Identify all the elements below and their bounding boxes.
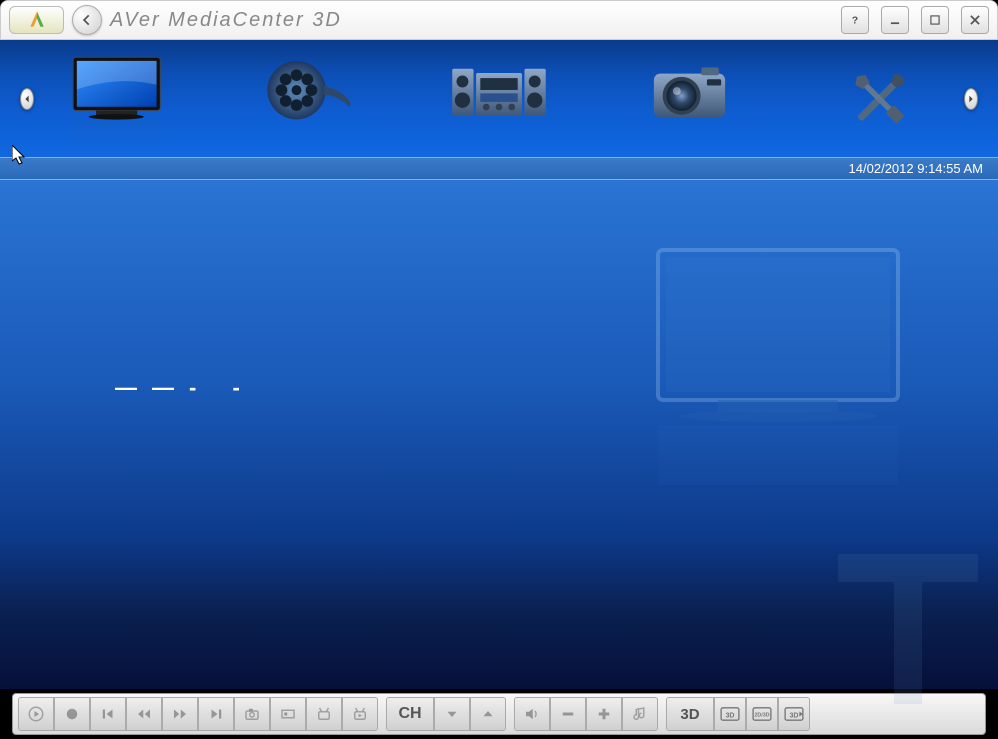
logo-button[interactable] [9,6,64,34]
app-title: AVer MediaCenter 3D [110,9,342,32]
three-d-button[interactable]: 3D [666,697,714,731]
channel-down-button[interactable] [434,697,470,731]
volume-down-button[interactable] [550,697,586,731]
timestamp-label: 14/02/2012 9:14:55 AM [849,161,983,176]
three-d-mode2-button[interactable]: 2D/3D [746,697,778,731]
3d-rect1-icon: 3D [719,706,741,722]
svg-text:?: ? [852,15,858,27]
audio-track-button[interactable] [622,697,658,731]
three-d-mode1-button[interactable]: 3D [714,697,746,731]
navigation-strip [0,40,998,158]
nav-item-tv[interactable] [64,49,174,149]
mouse-cursor-icon [12,145,28,167]
aspect-button[interactable] [270,697,306,731]
record-button[interactable] [54,697,90,731]
rewind-icon [135,705,153,723]
3d-rect3-icon: 3D [783,706,805,722]
3d-label: 3D [680,706,699,723]
channel-list-button[interactable]: CH [386,697,434,731]
playback-group [18,697,378,731]
skip-forward-icon [207,705,225,723]
svg-text:2D/3D: 2D/3D [754,713,769,719]
close-icon [968,13,982,27]
ch-label: CH [398,705,421,723]
date-bar: 14/02/2012 9:14:55 AM [0,158,998,180]
film-reel-icon [259,56,359,141]
speaker-icon [523,705,541,723]
minimize-icon [888,13,902,27]
record-icon [63,705,81,723]
three-d-group: 3D 3D 2D/3D 3D [666,697,810,731]
svg-text:3D: 3D [725,712,734,720]
maximize-icon [928,13,942,27]
snapshot-icon [243,705,261,723]
content-area: ——- - [0,180,998,689]
maximize-button[interactable] [921,6,949,34]
tv-antenna-icon [315,705,333,723]
nav-item-music[interactable] [444,49,554,149]
help-icon: ? [848,13,862,27]
tv-ghost-icon [648,240,908,490]
nav-item-video[interactable] [254,49,364,149]
skip-back-button[interactable] [90,697,126,731]
channel-group: CH [386,697,506,731]
svg-text:3D: 3D [789,712,798,720]
chevron-down-icon [443,705,461,723]
music-note-icon [631,705,649,723]
forward-icon [171,705,189,723]
snapshot-button[interactable] [234,697,270,731]
rewind-button[interactable] [126,697,162,731]
tv-icon [64,51,174,146]
channel-up-button[interactable] [470,697,506,731]
volume-up-button[interactable] [586,697,622,731]
play-button[interactable] [18,697,54,731]
content-dashes: ——- - [115,375,255,401]
back-button[interactable] [72,5,102,35]
tv-mode-button[interactable] [306,697,342,731]
plus-icon [595,705,613,723]
skip-forward-button[interactable] [198,697,234,731]
aver-logo-icon [27,10,47,30]
title-bar: AVer MediaCenter 3D ? [0,0,998,40]
chevron-up-icon [479,705,497,723]
tools-icon [837,59,922,139]
stereo-icon [444,56,554,141]
tv-letter-icon [838,554,978,704]
chevron-right-icon [966,94,976,104]
back-arrow-icon [80,13,94,27]
help-button[interactable]: ? [841,6,869,34]
forward-button[interactable] [162,697,198,731]
nav-item-settings[interactable] [824,49,934,149]
minus-icon [559,705,577,723]
camera-icon [642,59,737,139]
play-icon [27,705,45,723]
mute-button[interactable] [514,697,550,731]
skip-back-icon [99,705,117,723]
3d-rect2-icon: 2D/3D [751,706,773,722]
tv-preview-icon [351,705,369,723]
nav-next-button[interactable] [964,88,978,110]
minimize-button[interactable] [881,6,909,34]
three-d-mode3-button[interactable]: 3D [778,697,810,731]
volume-group [514,697,658,731]
aspect-icon [279,705,297,723]
nav-prev-button[interactable] [20,88,34,110]
close-button[interactable] [961,6,989,34]
nav-item-pictures[interactable] [634,49,744,149]
chevron-left-icon [22,94,32,104]
tv-preview-button[interactable] [342,697,378,731]
